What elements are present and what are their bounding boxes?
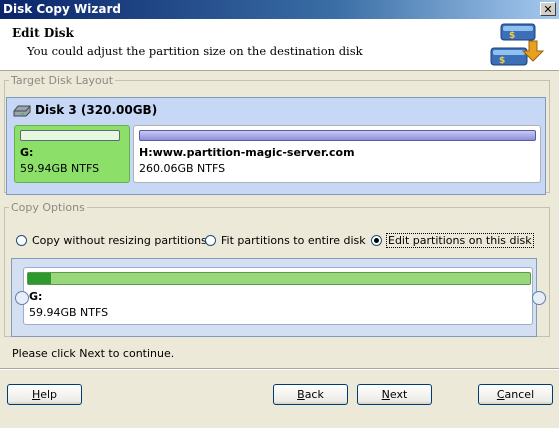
partition-g-size: 59.94GB NTFS bbox=[20, 162, 100, 175]
svg-text:$: $ bbox=[509, 31, 515, 41]
partition-h-usage-bar bbox=[139, 130, 536, 141]
option-label: Fit partitions to entire disk bbox=[221, 234, 366, 247]
copy-options-legend: Copy Options bbox=[11, 201, 85, 214]
page-title: Edit Disk bbox=[12, 26, 74, 40]
help-button[interactable]: Help bbox=[7, 384, 82, 405]
cancel-label-post: ancel bbox=[504, 388, 535, 401]
wizard-header: Edit Disk You could adjust the partition… bbox=[0, 19, 559, 71]
target-disk-layout-group: Target Disk Layout Disk 3 (320.00GB) G: … bbox=[4, 74, 550, 195]
radio-edit-partitions[interactable] bbox=[371, 235, 382, 246]
disk-label: Disk 3 (320.00GB) bbox=[35, 103, 158, 117]
page-subtitle: You could adjust the partition size on t… bbox=[27, 44, 363, 58]
partition-h[interactable]: H:www.partition-magic-server.com 260.06G… bbox=[133, 125, 541, 183]
option-edit-partitions[interactable]: Edit partitions on this disk bbox=[371, 233, 534, 248]
partition-g-usage-bar bbox=[20, 130, 120, 141]
target-disk-layout-legend: Target Disk Layout bbox=[11, 74, 114, 87]
back-label-key: B bbox=[297, 388, 305, 401]
svg-text:$: $ bbox=[499, 56, 505, 66]
back-label-post: ack bbox=[304, 388, 324, 401]
edit-partition-panel: G: 59.94GB NTFS bbox=[11, 258, 546, 337]
close-button[interactable]: ✕ bbox=[540, 2, 556, 16]
partition-h-name: H:www.partition-magic-server.com bbox=[139, 146, 355, 159]
option-label: Edit partitions on this disk bbox=[386, 233, 534, 248]
footer-divider bbox=[0, 368, 559, 370]
edit-partition-name: G: bbox=[29, 290, 43, 303]
option-copy-without-resizing[interactable]: Copy without resizing partitions bbox=[16, 234, 207, 247]
edit-partition-g[interactable]: G: 59.94GB NTFS bbox=[23, 267, 533, 325]
target-disk-panel[interactable]: Disk 3 (320.00GB) G: 59.94GB NTFS H:www.… bbox=[6, 97, 546, 195]
hard-disk-icon bbox=[13, 105, 31, 117]
window-title: Disk Copy Wizard bbox=[3, 2, 121, 16]
instruction-text: Please click Next to continue. bbox=[12, 347, 175, 360]
help-label-key: H bbox=[31, 388, 41, 401]
next-label-post: ext bbox=[389, 388, 408, 401]
next-label-key: N bbox=[381, 388, 390, 401]
help-label-post: elp bbox=[40, 388, 58, 401]
partition-g-name: G: bbox=[20, 146, 34, 159]
copy-options-group: Copy Options Copy without resizing parti… bbox=[4, 201, 550, 337]
title-bar: Disk Copy Wizard ✕ bbox=[0, 0, 559, 19]
cancel-button[interactable]: Cancel bbox=[478, 384, 553, 405]
option-fit-partitions[interactable]: Fit partitions to entire disk bbox=[205, 234, 366, 247]
edit-partition-usage-bar bbox=[27, 272, 531, 285]
resize-handle-right[interactable] bbox=[532, 291, 546, 305]
edit-partition-size: 59.94GB NTFS bbox=[29, 306, 109, 319]
radio-copy-without-resizing[interactable] bbox=[16, 235, 27, 246]
back-button[interactable]: Back bbox=[273, 384, 348, 405]
cancel-label-key: C bbox=[496, 388, 505, 401]
partition-g[interactable]: G: 59.94GB NTFS bbox=[14, 125, 130, 183]
disk-copy-icon: $ $ bbox=[490, 23, 545, 66]
partition-h-size: 260.06GB NTFS bbox=[139, 162, 226, 175]
resize-handle-left[interactable] bbox=[15, 291, 29, 305]
option-label: Copy without resizing partitions bbox=[32, 234, 207, 247]
radio-fit-partitions[interactable] bbox=[205, 235, 216, 246]
edit-partition-usage-fill bbox=[28, 273, 51, 284]
next-button[interactable]: Next bbox=[357, 384, 432, 405]
